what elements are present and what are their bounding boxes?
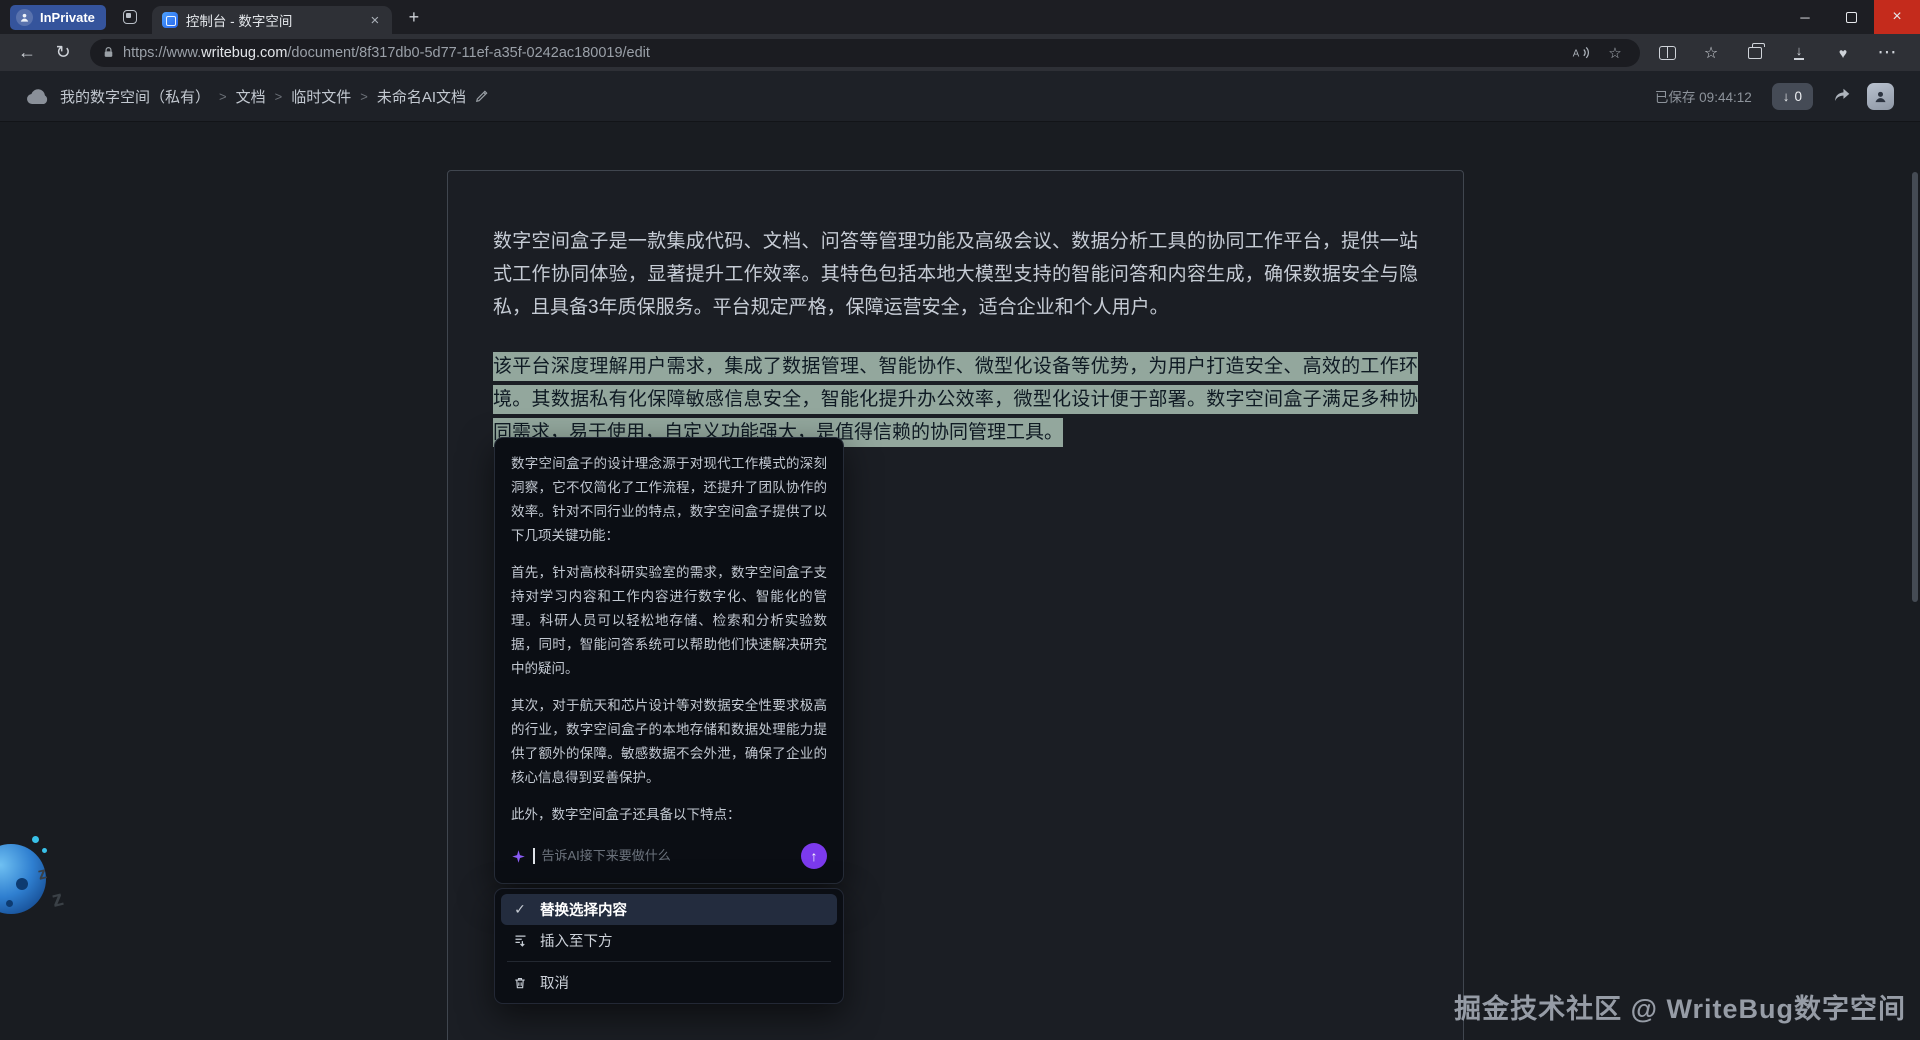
text-cursor <box>533 848 535 864</box>
maximize-button[interactable] <box>1828 0 1874 34</box>
split-screen-icon <box>1659 46 1676 60</box>
menu-item-label: 取消 <box>540 972 569 993</box>
window-controls: ─ × <box>1782 0 1920 34</box>
watermark-text: 掘金技术社区 @ WriteBug数字空间 <box>1454 987 1906 1026</box>
url-domain: writebug.com <box>201 45 287 61</box>
breadcrumb-item-space[interactable]: 我的数字空间（私有） <box>60 86 210 107</box>
person-icon <box>16 9 33 26</box>
cloud-logo-icon <box>26 88 50 105</box>
selected-text[interactable]: 该平台深度理解用户需求，集成了数据管理、智能协作、微型化设备等优势，为用户打造安… <box>493 352 1418 447</box>
tab-title: 控制台 - 数字空间 <box>186 10 358 30</box>
chevron-right-icon: > <box>360 89 368 104</box>
scrollbar-thumb[interactable] <box>1912 172 1918 602</box>
tab-strip: InPrivate 控制台 - 数字空间 × + ─ × <box>0 0 1920 34</box>
share-icon <box>1833 88 1851 104</box>
ai-generated-paragraph: 数字空间盒子的设计理念源于对现代工作模式的深刻洞察，它不仅简化了工作流程，还提升… <box>511 452 827 548</box>
back-button[interactable]: ← <box>10 38 44 68</box>
lock-icon <box>102 46 115 59</box>
ai-generated-paragraph: 此外，数字空间盒子还具备以下特点： <box>511 803 827 827</box>
inprivate-badge[interactable]: InPrivate <box>10 5 106 30</box>
save-status: 已保存 09:44:12 <box>1655 86 1752 106</box>
mascot-antenna-dot <box>32 836 39 843</box>
address-bar[interactable]: https://www. writebug.com /document/8f31… <box>90 39 1640 67</box>
menu-divider <box>507 961 831 962</box>
editor-content: 数字空间盒子是一款集成代码、文档、问答等管理功能及高级会议、数据分析工具的协同工… <box>0 122 1920 1040</box>
ai-generated-paragraph: 其次，对于航天和芯片设计等对数据安全性要求极高的行业，数字空间盒子的本地存储和数… <box>511 694 827 790</box>
downloads-button[interactable]: ↓ <box>1782 38 1816 68</box>
workspaces-icon <box>123 10 137 24</box>
workspaces-button[interactable] <box>116 3 144 31</box>
download-count-button[interactable]: ↓ 0 <box>1772 83 1813 110</box>
mascot-zzz-icon: z <box>49 885 66 913</box>
check-icon: ✓ <box>511 901 529 918</box>
up-arrow-icon: ↑ <box>811 844 818 868</box>
ai-input-placeholder: 告诉AI接下来要做什么 <box>542 844 795 868</box>
split-screen-button[interactable] <box>1650 38 1684 68</box>
rename-pencil-icon[interactable] <box>475 89 489 103</box>
breadcrumb: 我的数字空间（私有） > 文档 > 临时文件 > 未命名AI文档 <box>60 86 489 107</box>
collections-icon <box>1748 47 1762 59</box>
svg-text:A: A <box>1573 48 1580 59</box>
minimize-button[interactable]: ─ <box>1782 0 1828 34</box>
downloads-icon: ↓ <box>1794 45 1805 60</box>
menu-item-label: 插入至下方 <box>540 930 613 951</box>
document-paragraph-2[interactable]: 该平台深度理解用户需求，集成了数据管理、智能协作、微型化设备等优势，为用户打造安… <box>493 350 1418 449</box>
menu-item-cancel[interactable]: 取消 <box>501 967 837 998</box>
url-path: /document/8f317db0-5d77-11ef-a35f-0242ac… <box>287 45 650 61</box>
app-header: 我的数字空间（私有） > 文档 > 临时文件 > 未命名AI文档 已保存 09:… <box>0 71 1920 122</box>
mascot-spot <box>6 900 13 907</box>
document-paragraph-1[interactable]: 数字空间盒子是一款集成代码、文档、问答等管理功能及高级会议、数据分析工具的协同工… <box>493 225 1418 324</box>
avatar-person-icon <box>1873 89 1888 104</box>
assistant-mascot[interactable]: z z <box>0 822 106 952</box>
favorites-button[interactable]: ☆ <box>1694 38 1728 68</box>
tab-close-icon[interactable]: × <box>366 11 384 29</box>
tab-active[interactable]: 控制台 - 数字空间 × <box>152 6 392 34</box>
download-count: 0 <box>1794 89 1802 104</box>
insert-below-icon <box>511 933 529 948</box>
read-aloud-button[interactable]: A <box>1568 40 1594 66</box>
mascot-antenna-dot <box>42 848 47 853</box>
sparkle-icon <box>511 849 526 864</box>
toolbar-actions: ☆ ↓ ♥ ⋯ <box>1650 38 1910 68</box>
browser-essentials-button[interactable]: ♥ <box>1826 38 1860 68</box>
refresh-button[interactable]: ↻ <box>46 38 80 68</box>
breadcrumb-item-docs[interactable]: 文档 <box>236 86 266 107</box>
add-favorite-icon[interactable]: ☆ <box>1602 40 1628 66</box>
send-prompt-button[interactable]: ↑ <box>801 843 827 869</box>
maximize-icon <box>1846 12 1857 23</box>
inprivate-label: InPrivate <box>40 10 95 25</box>
collections-button[interactable] <box>1738 38 1772 68</box>
chevron-right-icon: > <box>275 89 283 104</box>
user-avatar[interactable] <box>1867 83 1894 110</box>
ai-generated-paragraph: 首先，针对高校科研实验室的需求，数字空间盒子支持对学习内容和工作内容进行数字化、… <box>511 561 827 681</box>
new-tab-button[interactable]: + <box>400 3 428 31</box>
ai-prompt-input[interactable]: 告诉AI接下来要做什么 ↑ <box>511 841 827 871</box>
breadcrumb-item-temp[interactable]: 临时文件 <box>291 86 351 107</box>
close-window-button[interactable]: × <box>1874 0 1920 34</box>
breadcrumb-item-current[interactable]: 未命名AI文档 <box>377 86 466 107</box>
menu-item-insert-below[interactable]: 插入至下方 <box>501 925 837 956</box>
menu-item-replace-selection[interactable]: ✓ 替换选择内容 <box>501 894 837 925</box>
ai-action-menu: ✓ 替换选择内容 插入至下方 取消 <box>494 888 844 1004</box>
more-menu-button[interactable]: ⋯ <box>1870 38 1904 68</box>
browser-toolbar: ← ↻ https://www. writebug.com /document/… <box>0 34 1920 71</box>
mascot-spot <box>16 878 28 890</box>
menu-item-label: 替换选择内容 <box>540 899 627 920</box>
chevron-right-icon: > <box>219 89 227 104</box>
url-scheme: https://www. <box>123 45 201 61</box>
download-icon: ↓ <box>1783 89 1790 104</box>
url-text: https://www. writebug.com /document/8f31… <box>123 45 1560 61</box>
ai-assistant-popup: 数字空间盒子的设计理念源于对现代工作模式的深刻洞察，它不仅简化了工作流程，还提升… <box>494 437 844 884</box>
share-button[interactable] <box>1827 81 1857 111</box>
trash-icon <box>511 976 529 990</box>
tab-favicon <box>162 12 178 28</box>
